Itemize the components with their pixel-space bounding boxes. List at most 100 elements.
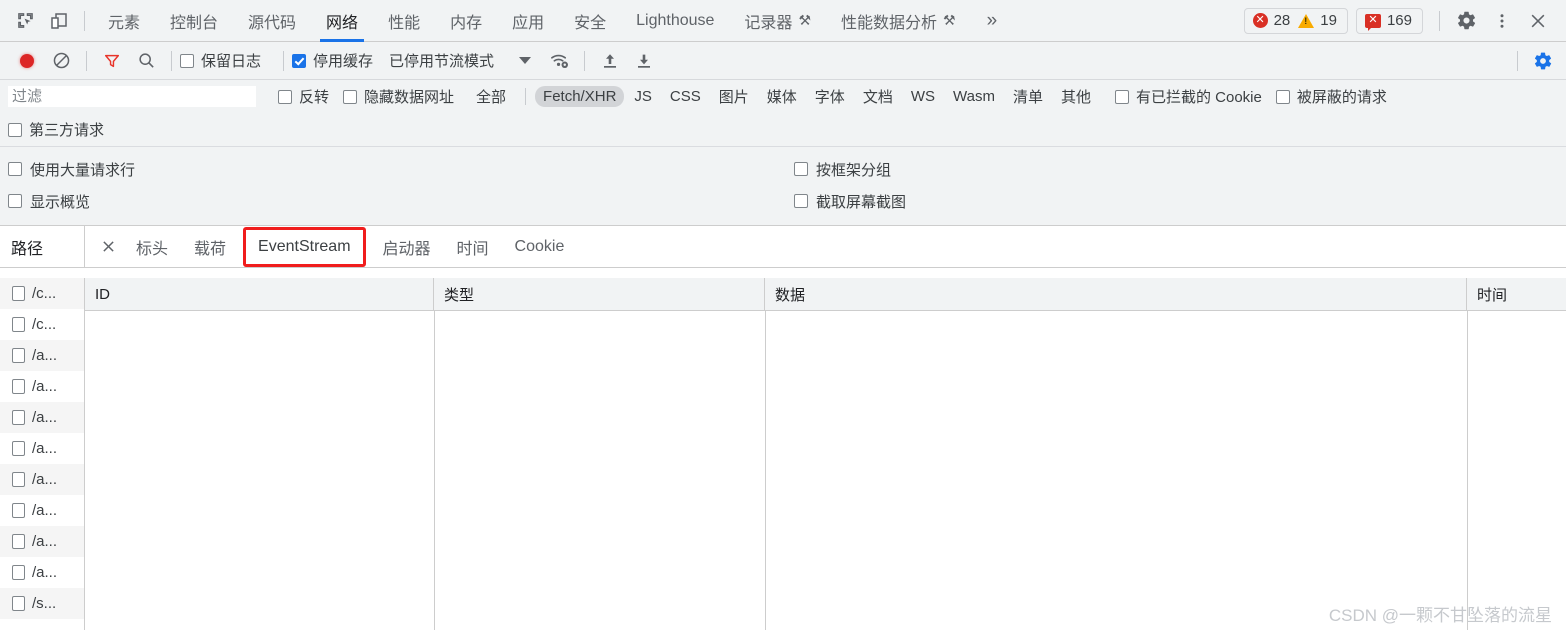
panel-tab-performance[interactable]: 性能 xyxy=(373,0,435,42)
panel-tab-lighthouse[interactable]: Lighthouse xyxy=(621,0,729,42)
filter-type-font[interactable]: 字体 xyxy=(807,84,853,109)
filter-type-img[interactable]: 图片 xyxy=(711,84,757,109)
filter-type-doc[interactable]: 文档 xyxy=(855,84,901,109)
clear-icon[interactable] xyxy=(44,46,78,76)
detail-tab-eventstream[interactable]: EventStream xyxy=(243,226,366,267)
messages-counter[interactable]: ✕ 169 xyxy=(1355,7,1423,34)
show-overview-checkbox[interactable]: 显示概览 xyxy=(8,191,794,212)
panel-tab-security[interactable]: 安全 xyxy=(559,0,621,42)
panel-tab-network[interactable]: 网络 xyxy=(311,0,373,42)
list-item[interactable]: /a... xyxy=(0,495,84,526)
invert-checkbox[interactable]: 反转 xyxy=(278,86,329,107)
row-checkbox[interactable] xyxy=(12,565,25,580)
row-checkbox[interactable] xyxy=(12,379,25,394)
panel-tab-application[interactable]: 应用 xyxy=(497,0,559,42)
inspect-element-icon[interactable] xyxy=(8,6,42,36)
event-stream-table: ID 类型 数据 时间 xyxy=(85,278,1566,630)
list-item[interactable]: /c... xyxy=(0,309,84,340)
more-options-icon[interactable] xyxy=(1484,0,1520,42)
row-checkbox[interactable] xyxy=(12,534,25,549)
invert-label: 反转 xyxy=(299,89,330,106)
filter-type-manifest[interactable]: 清单 xyxy=(1005,84,1051,109)
panel-tab-elements[interactable]: 元素 xyxy=(93,0,155,42)
throttling-caret-down-icon[interactable] xyxy=(508,46,542,76)
panel-tab-sources[interactable]: 源代码 xyxy=(233,0,311,42)
filter-type-all[interactable]: 全部 xyxy=(468,84,514,109)
column-divider-data[interactable] xyxy=(1467,311,1468,630)
column-header-time[interactable]: 时间 xyxy=(1467,278,1566,311)
search-icon[interactable] xyxy=(129,46,163,76)
detail-tab-cookies[interactable]: Cookie xyxy=(502,226,578,268)
network-conditions-icon[interactable] xyxy=(542,46,576,76)
export-har-icon[interactable] xyxy=(627,46,661,76)
event-stream-body[interactable] xyxy=(85,311,1566,630)
filter-type-wasm[interactable]: Wasm xyxy=(945,86,1003,107)
group-by-frame-checkbox[interactable]: 按框架分组 xyxy=(794,159,891,180)
list-item[interactable]: /s... xyxy=(0,588,84,619)
row-checkbox[interactable] xyxy=(12,596,25,611)
detail-tab-payload[interactable]: 载荷 xyxy=(181,226,239,268)
column-header-id[interactable]: ID xyxy=(85,278,434,311)
settings-gear-icon[interactable] xyxy=(1448,0,1484,42)
more-panels-icon[interactable]: » xyxy=(971,0,1014,42)
filter-type-fetch-xhr[interactable]: Fetch/XHR xyxy=(535,86,625,107)
blocked-requests-checkbox[interactable]: 被屏蔽的请求 xyxy=(1275,86,1387,107)
list-item[interactable]: /a... xyxy=(0,371,84,402)
column-divider-type[interactable] xyxy=(765,311,766,630)
network-filter-bar: 反转 隐藏数据网址 全部 Fetch/XHR JS CSS 图片 媒体 字体 文… xyxy=(0,80,1566,113)
list-item[interactable]: /a... xyxy=(0,433,84,464)
filter-input[interactable] xyxy=(8,86,256,107)
list-item[interactable]: /a... xyxy=(0,464,84,495)
network-settings-gear-icon[interactable] xyxy=(1526,46,1560,76)
detail-tab-timing[interactable]: 时间 xyxy=(444,226,502,268)
close-detail-icon[interactable] xyxy=(93,240,123,253)
detail-tab-headers[interactable]: 标头 xyxy=(123,226,181,268)
filter-type-media[interactable]: 媒体 xyxy=(759,84,805,109)
row-checkbox[interactable] xyxy=(12,472,25,487)
toolbar-divider xyxy=(1517,50,1518,71)
blocked-cookies-checkbox[interactable]: 有已拦截的 Cookie xyxy=(1114,86,1262,107)
panel-tab-console[interactable]: 控制台 xyxy=(155,0,233,42)
close-devtools-icon[interactable] xyxy=(1520,0,1556,42)
list-item[interactable]: /a... xyxy=(0,526,84,557)
list-item[interactable]: /a... xyxy=(0,557,84,588)
hide-data-urls-checkbox[interactable]: 隐藏数据网址 xyxy=(343,86,454,107)
toolbar-divider xyxy=(84,10,85,31)
row-checkbox[interactable] xyxy=(12,503,25,518)
panel-tab-recorder[interactable]: 记录器 ⚒ xyxy=(729,0,826,42)
row-checkbox[interactable] xyxy=(12,348,25,363)
detail-tab-initiator[interactable]: 启动器 xyxy=(370,226,444,268)
filter-type-ws[interactable]: WS xyxy=(903,86,943,107)
capture-screenshots-checkbox[interactable]: 截取屏幕截图 xyxy=(794,191,906,212)
list-item[interactable]: /c... xyxy=(0,278,84,309)
column-header-data[interactable]: 数据 xyxy=(765,278,1467,311)
row-checkbox[interactable] xyxy=(12,286,25,301)
record-button[interactable] xyxy=(10,46,44,76)
request-list[interactable]: /c... /c... /a... /a... /a... /a... /a..… xyxy=(0,278,85,630)
row-checkbox[interactable] xyxy=(12,410,25,425)
device-toolbar-icon[interactable] xyxy=(42,6,76,36)
path-column-header[interactable]: 路径 xyxy=(0,226,85,267)
request-path: /a... xyxy=(32,378,58,395)
issues-counter[interactable]: ✕ 28 19 xyxy=(1243,7,1348,34)
throttling-select[interactable]: 已停用节流模式 xyxy=(389,50,494,71)
row-checkbox[interactable] xyxy=(12,317,25,332)
list-item[interactable]: /a... xyxy=(0,340,84,371)
panel-tab-memory[interactable]: 内存 xyxy=(435,0,497,42)
panel-tab-performance-insights[interactable]: 性能数据分析 ⚒ xyxy=(826,0,971,42)
disable-cache-checkbox[interactable]: 停用缓存 xyxy=(292,50,373,71)
list-item[interactable]: /a... xyxy=(0,402,84,433)
column-header-type[interactable]: 类型 xyxy=(434,278,765,311)
filter-type-other[interactable]: 其他 xyxy=(1053,84,1099,109)
big-request-rows-checkbox[interactable]: 使用大量请求行 xyxy=(8,159,794,180)
network-control-toolbar: 保留日志 停用缓存 已停用节流模式 xyxy=(0,42,1566,80)
third-party-checkbox[interactable]: 第三方请求 xyxy=(8,119,104,140)
filter-type-js[interactable]: JS xyxy=(626,86,660,107)
import-har-icon[interactable] xyxy=(593,46,627,76)
column-divider-id[interactable] xyxy=(434,311,435,630)
beaker-icon: ⚒ xyxy=(943,12,956,28)
preserve-log-checkbox[interactable]: 保留日志 xyxy=(180,50,261,71)
row-checkbox[interactable] xyxy=(12,441,25,456)
filter-icon[interactable] xyxy=(95,46,129,76)
filter-type-css[interactable]: CSS xyxy=(662,86,709,107)
